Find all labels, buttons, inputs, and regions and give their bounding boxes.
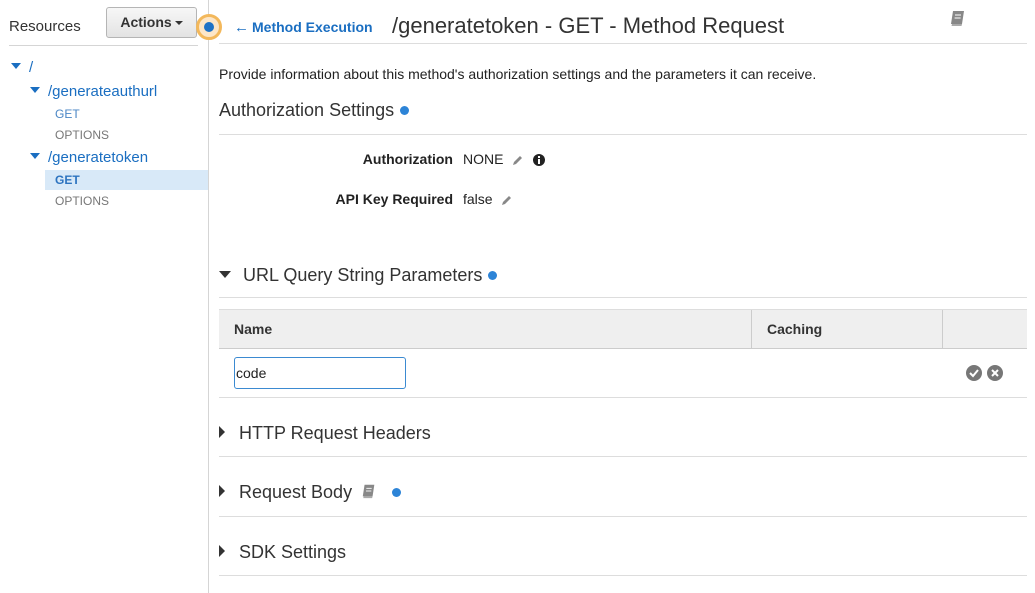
handle-dot bbox=[204, 22, 214, 32]
tree-node-root[interactable]: / bbox=[11, 59, 33, 76]
authorization-settings-title: Authorization Settings bbox=[219, 100, 410, 121]
section-title-text: SDK Settings bbox=[239, 542, 347, 562]
info-dot-icon[interactable] bbox=[400, 105, 410, 115]
tree-node-label: /generateauthurl bbox=[48, 83, 158, 100]
pencil-icon[interactable] bbox=[501, 194, 513, 206]
back-link-label: Method Execution bbox=[252, 19, 373, 35]
column-header-caching: Caching bbox=[752, 310, 943, 349]
tree-method-generateauthurl-get[interactable]: GET bbox=[55, 107, 80, 121]
book-icon[interactable] bbox=[949, 9, 967, 27]
sidebar-divider bbox=[9, 45, 198, 46]
caret-down-icon bbox=[219, 270, 231, 278]
chevron-down-icon bbox=[11, 63, 21, 70]
info-dot-icon[interactable] bbox=[392, 487, 402, 497]
authorization-value-group: NONE bbox=[463, 151, 546, 167]
divider bbox=[219, 134, 1027, 135]
request-body-section-toggle[interactable]: Request Body bbox=[219, 482, 402, 503]
actions-button[interactable]: Actions bbox=[106, 7, 197, 38]
remove-circle-icon[interactable] bbox=[987, 365, 1003, 381]
divider bbox=[219, 516, 1027, 517]
table-header: Name Caching bbox=[219, 309, 1027, 349]
authorization-value: NONE bbox=[463, 151, 504, 167]
section-title-text: HTTP Request Headers bbox=[239, 423, 431, 443]
authorization-label: Authorization bbox=[362, 151, 453, 167]
book-icon[interactable] bbox=[361, 483, 377, 499]
caret-down-icon bbox=[174, 21, 183, 26]
caret-right-icon bbox=[219, 545, 225, 558]
info-dot-icon[interactable] bbox=[488, 270, 498, 280]
pencil-icon[interactable] bbox=[512, 154, 524, 166]
page-description: Provide information about this method's … bbox=[219, 66, 817, 82]
api-key-required-value: false bbox=[463, 191, 493, 207]
actions-label: Actions bbox=[120, 14, 172, 30]
arrow-left-icon: ← bbox=[234, 19, 249, 36]
sdk-settings-section-toggle[interactable]: SDK Settings bbox=[219, 542, 346, 563]
query-param-name-input[interactable] bbox=[234, 357, 406, 389]
api-key-required-label: API Key Required bbox=[335, 191, 453, 207]
divider bbox=[219, 456, 1027, 457]
divider bbox=[219, 575, 1027, 576]
divider bbox=[219, 297, 1027, 298]
column-header-actions bbox=[943, 310, 1027, 349]
resources-sidebar: Resources Actions / /generateauthurl GET… bbox=[0, 0, 209, 593]
column-header-name: Name bbox=[219, 310, 752, 349]
http-headers-section-toggle[interactable]: HTTP Request Headers bbox=[219, 423, 431, 444]
check-circle-icon[interactable] bbox=[966, 365, 982, 381]
section-title-text: Authorization Settings bbox=[219, 100, 395, 120]
resources-title: Resources bbox=[9, 18, 81, 35]
page-header: ← Method Execution /generatetoken - GET -… bbox=[219, 0, 1027, 44]
tree-method-generatetoken-options[interactable]: OPTIONS bbox=[55, 194, 109, 208]
query-params-section-toggle[interactable]: URL Query String Parameters bbox=[219, 265, 498, 286]
chevron-down-icon bbox=[30, 87, 40, 94]
tree-node-generateauthurl[interactable]: /generateauthurl bbox=[30, 83, 157, 100]
tree-node-generatetoken[interactable]: /generatetoken bbox=[30, 149, 148, 166]
table-row bbox=[219, 349, 1027, 398]
tree-node-label: /generatetoken bbox=[48, 149, 149, 166]
tree-method-generatetoken-get[interactable]: GET bbox=[45, 170, 208, 190]
method-execution-link[interactable]: ← Method Execution bbox=[234, 19, 373, 36]
caret-right-icon bbox=[219, 485, 225, 498]
tree-node-label: / bbox=[29, 59, 34, 76]
tree-method-generateauthurl-options[interactable]: OPTIONS bbox=[55, 128, 109, 142]
section-title-text: Request Body bbox=[239, 482, 353, 502]
section-title-text: URL Query String Parameters bbox=[243, 265, 483, 285]
api-key-value-group: false bbox=[463, 191, 513, 207]
page-title: /generatetoken - GET - Method Request bbox=[392, 13, 785, 38]
info-icon[interactable] bbox=[533, 154, 546, 167]
chevron-down-icon bbox=[30, 153, 40, 160]
caret-right-icon bbox=[219, 426, 225, 439]
